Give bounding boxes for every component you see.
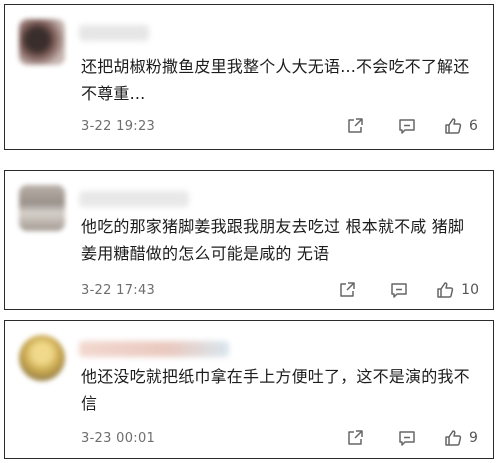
comment-card: 他还没吃就把纸巾拿在手上方便吐了，这不是演的我不信 3-23 00:01 9 bbox=[4, 320, 494, 459]
comment-text: 他还没吃就把纸巾拿在手上方便吐了，这不是演的我不信 bbox=[81, 367, 470, 413]
username-blurred[interactable] bbox=[79, 25, 149, 41]
like-button[interactable]: 9 bbox=[443, 428, 479, 448]
avatar[interactable] bbox=[19, 19, 65, 65]
comment-time: 3-22 19:23 bbox=[81, 118, 156, 134]
comment-meta: 3-22 19:23 6 bbox=[81, 115, 479, 137]
comment-actions: 10 bbox=[337, 280, 479, 300]
comment-icon[interactable] bbox=[397, 116, 417, 136]
share-icon[interactable] bbox=[345, 116, 365, 136]
share-icon[interactable] bbox=[337, 280, 357, 300]
comment-time: 3-22 17:43 bbox=[81, 282, 156, 298]
avatar[interactable] bbox=[19, 335, 65, 381]
comment-meta: 3-23 00:01 9 bbox=[81, 427, 479, 449]
username-blurred[interactable] bbox=[79, 191, 189, 207]
share-icon[interactable] bbox=[345, 428, 365, 448]
comment-actions: 9 bbox=[345, 428, 479, 448]
comment-icon[interactable] bbox=[397, 428, 417, 448]
thumbs-up-icon[interactable] bbox=[435, 280, 455, 300]
like-count: 9 bbox=[469, 430, 478, 446]
comment-icon[interactable] bbox=[389, 280, 409, 300]
thumbs-up-icon[interactable] bbox=[443, 116, 463, 136]
comment-card: 他吃的那家猪脚姜我跟我朋友去吃过 根本就不咸 猪脚姜用糖醋做的怎么可能是咸的 无… bbox=[4, 170, 494, 310]
comment-time: 3-23 00:01 bbox=[81, 430, 156, 446]
username-blurred[interactable] bbox=[79, 341, 229, 357]
comment-actions: 6 bbox=[345, 116, 479, 136]
like-button[interactable]: 6 bbox=[443, 116, 479, 136]
comment-meta: 3-22 17:43 10 bbox=[81, 279, 479, 301]
avatar[interactable] bbox=[19, 185, 65, 231]
like-button[interactable]: 10 bbox=[435, 280, 479, 300]
thumbs-up-icon[interactable] bbox=[443, 428, 463, 448]
like-count: 6 bbox=[469, 118, 478, 134]
comment-text: 还把胡椒粉撒鱼皮里我整个人大无语...不会吃不了解还不尊重... bbox=[81, 57, 470, 103]
like-count: 10 bbox=[461, 282, 479, 298]
comment-card: 还把胡椒粉撒鱼皮里我整个人大无语...不会吃不了解还不尊重... 3-22 19… bbox=[4, 4, 494, 150]
comment-text: 他吃的那家猪脚姜我跟我朋友去吃过 根本就不咸 猪脚姜用糖醋做的怎么可能是咸的 无… bbox=[81, 217, 465, 263]
